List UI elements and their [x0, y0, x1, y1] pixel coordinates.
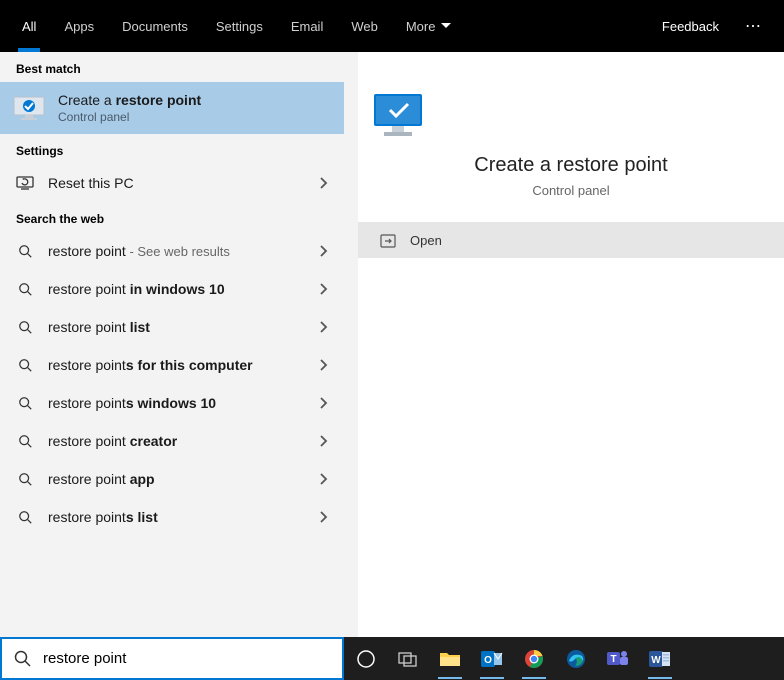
file-explorer-icon[interactable] — [436, 645, 464, 673]
open-action[interactable]: Open — [358, 223, 784, 258]
best-match-title: Create a restore point — [58, 92, 201, 108]
outlook-icon[interactable]: O — [478, 645, 506, 673]
web-result-label: restore points for this computer — [48, 357, 253, 373]
chevron-right-icon — [320, 283, 328, 295]
teams-icon[interactable]: T — [604, 645, 632, 673]
settings-item-label: Reset this PC — [48, 175, 134, 191]
control-panel-icon — [12, 93, 46, 123]
web-result-item[interactable]: restore points for this computer — [0, 346, 344, 384]
open-icon — [380, 234, 396, 248]
more-options-button[interactable]: ⋯ — [731, 0, 776, 52]
hero-subtitle: Control panel — [368, 183, 774, 198]
web-result-item[interactable]: restore points list — [0, 498, 344, 536]
tab-web[interactable]: Web — [337, 0, 392, 52]
tab-label: All — [22, 19, 36, 34]
chevron-right-icon — [320, 359, 328, 371]
web-result-label: restore point list — [48, 319, 150, 335]
svg-text:O: O — [484, 655, 492, 666]
chevron-right-icon — [320, 473, 328, 485]
taskview-icon[interactable] — [394, 645, 422, 673]
web-result-item[interactable]: restore point creator — [0, 422, 344, 460]
svg-text:T: T — [610, 654, 616, 665]
bottom-bar: O T W — [0, 637, 784, 680]
chevron-down-icon — [441, 23, 451, 29]
settings-item-reset[interactable]: Reset this PC — [0, 164, 344, 202]
spacer — [465, 0, 649, 52]
word-icon[interactable]: W — [646, 645, 674, 673]
svg-text:W: W — [651, 655, 661, 666]
best-match-subtitle: Control panel — [58, 110, 201, 124]
tab-all[interactable]: All — [8, 0, 50, 52]
settings-header: Settings — [0, 134, 344, 164]
tab-label: Web — [351, 19, 378, 34]
web-result-item[interactable]: restore point in windows 10 — [0, 270, 344, 308]
web-result-label: restore point creator — [48, 433, 177, 449]
best-match-header: Best match — [0, 52, 344, 82]
control-panel-icon — [368, 90, 774, 140]
tab-label: Settings — [216, 19, 263, 34]
cortana-icon[interactable] — [352, 645, 380, 673]
web-result-item[interactable]: restore point list — [0, 308, 344, 346]
web-result-label: restore point in windows 10 — [48, 281, 225, 297]
right-panel: Create a restore point Control panel Ope… — [358, 52, 784, 637]
web-result-item[interactable]: restore points windows 10 — [0, 384, 344, 422]
open-label: Open — [410, 233, 442, 248]
hero: Create a restore point Control panel — [358, 52, 784, 223]
edge-icon[interactable] — [562, 645, 590, 673]
taskbar: O T W — [344, 637, 784, 680]
search-icon — [16, 242, 34, 260]
best-match-result[interactable]: Create a restore point Control panel — [0, 82, 344, 134]
web-result-item[interactable]: restore point app — [0, 460, 344, 498]
feedback-link[interactable]: Feedback — [650, 0, 731, 52]
web-result-label: restore point app — [48, 471, 155, 487]
search-icon — [16, 356, 34, 374]
tab-label: Documents — [122, 19, 188, 34]
search-icon — [16, 508, 34, 526]
chevron-right-icon — [320, 397, 328, 409]
search-icon — [16, 470, 34, 488]
chevron-right-icon — [320, 511, 328, 523]
tab-email[interactable]: Email — [277, 0, 338, 52]
chevron-right-icon — [320, 245, 328, 257]
top-nav: All Apps Documents Settings Email Web Mo… — [0, 0, 784, 52]
search-icon — [16, 280, 34, 298]
chevron-right-icon — [320, 435, 328, 447]
chrome-icon[interactable] — [520, 645, 548, 673]
web-result-item[interactable]: restore point - See web results — [0, 232, 344, 270]
reset-icon — [16, 174, 34, 192]
tab-label: Email — [291, 19, 324, 34]
search-icon — [16, 318, 34, 336]
ellipsis-icon: ⋯ — [745, 16, 762, 36]
search-input[interactable] — [43, 650, 330, 667]
tab-settings[interactable]: Settings — [202, 0, 277, 52]
left-panel: Best match Create a restore point Contro… — [0, 52, 344, 637]
web-result-label: restore points list — [48, 509, 158, 525]
web-result-label: restore point - See web results — [48, 243, 230, 259]
web-list: restore point - See web results restore … — [0, 232, 344, 536]
tab-label: More — [406, 19, 436, 34]
tab-documents[interactable]: Documents — [108, 0, 202, 52]
chevron-right-icon — [320, 321, 328, 333]
title-pre: Create a — [58, 92, 116, 108]
search-box[interactable] — [0, 637, 344, 680]
search-icon — [14, 650, 31, 667]
tab-label: Apps — [64, 19, 94, 34]
search-icon — [16, 432, 34, 450]
tab-apps[interactable]: Apps — [50, 0, 108, 52]
chevron-right-icon — [320, 177, 328, 189]
web-result-label: restore points windows 10 — [48, 395, 216, 411]
tab-more[interactable]: More — [392, 0, 466, 52]
main: Best match Create a restore point Contro… — [0, 52, 784, 637]
web-header: Search the web — [0, 202, 344, 232]
title-bold: restore point — [116, 92, 202, 108]
search-icon — [16, 394, 34, 412]
hero-title: Create a restore point — [368, 154, 774, 177]
best-match-text: Create a restore point Control panel — [58, 92, 201, 124]
feedback-label: Feedback — [662, 19, 719, 34]
